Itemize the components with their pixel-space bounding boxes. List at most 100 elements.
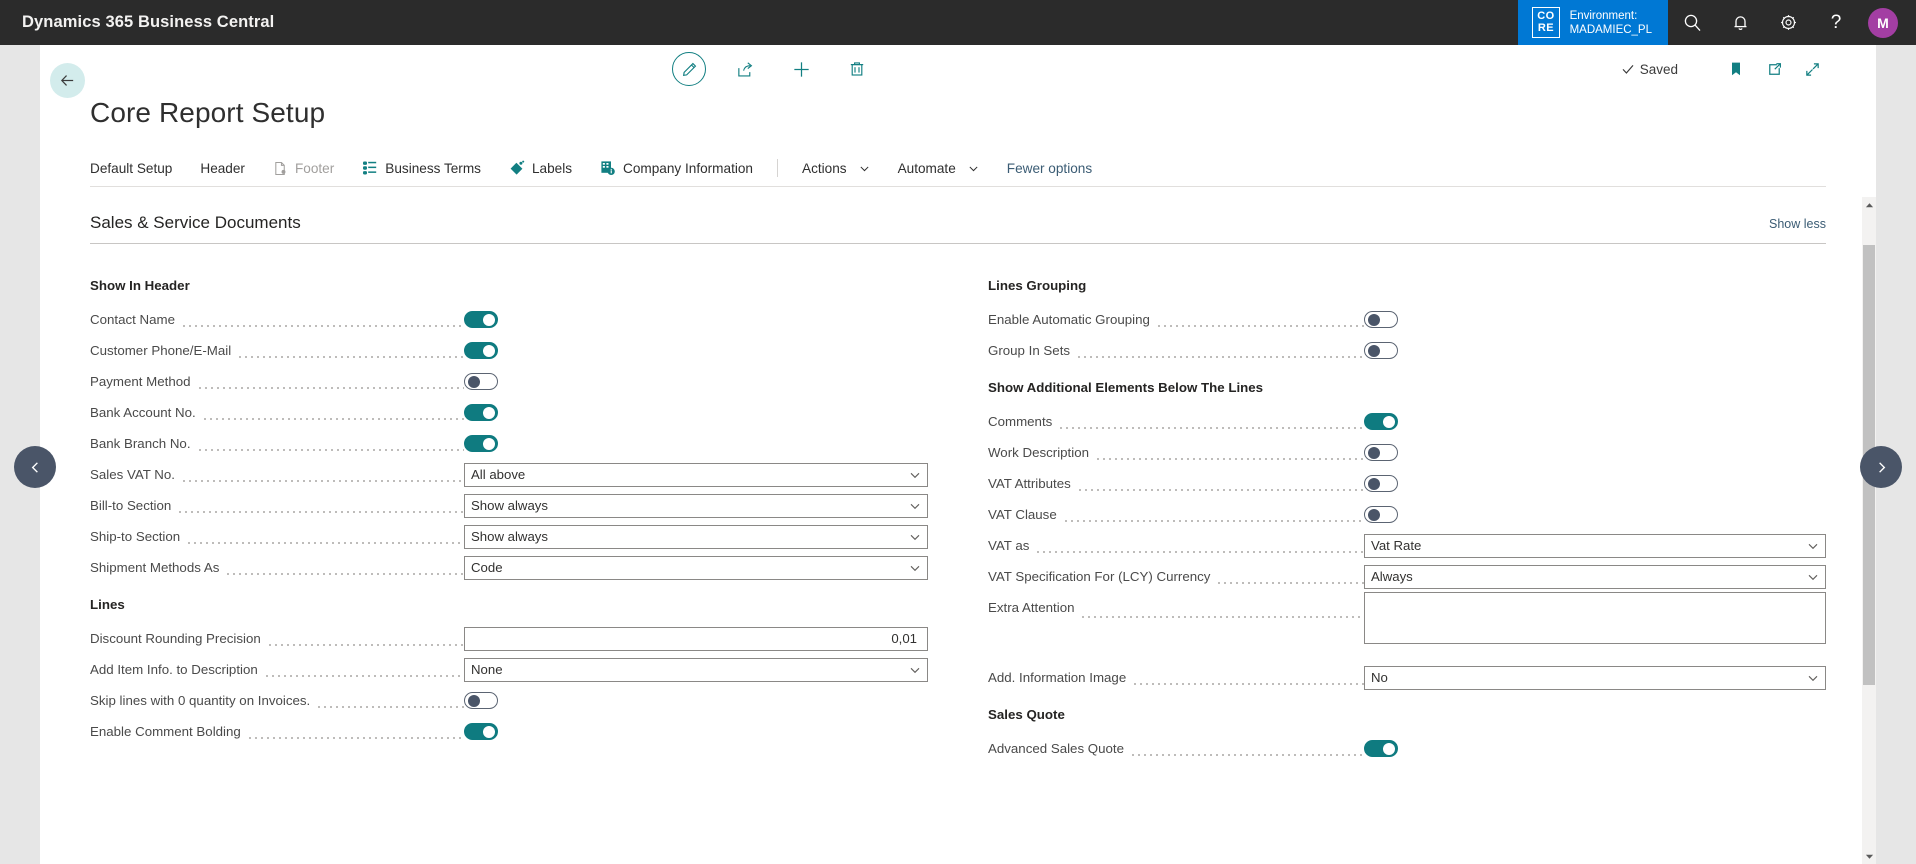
select-add-item-info-to-description[interactable]: None (464, 657, 928, 682)
input-value: 0,01 (891, 631, 917, 646)
select-vat-as[interactable]: Vat Rate (1364, 533, 1826, 558)
select-shipment-methods-as[interactable]: Code (464, 555, 928, 580)
next-record-button[interactable] (1860, 446, 1902, 488)
scroll-up-arrow-icon[interactable] (1862, 197, 1876, 213)
leader-dots (316, 698, 464, 711)
leader-dots (1155, 317, 1364, 330)
menu-item-automate[interactable]: Automate (884, 150, 993, 187)
top-app-bar: Dynamics 365 Business Central CO RE Envi… (0, 0, 1916, 45)
textarea-extra-attention[interactable] (1364, 592, 1826, 644)
toggle-knob (467, 375, 480, 388)
chevron-down-icon[interactable] (1807, 672, 1819, 684)
menu-item-company-information[interactable]: Company Information (586, 150, 767, 187)
toggle-enable-comment-bolding[interactable] (464, 723, 498, 740)
setting-row-vat-attributes: VAT Attributes (988, 468, 1826, 499)
toggle-bank-account-no[interactable] (464, 404, 498, 421)
toggle-vat-attributes[interactable] (1364, 475, 1398, 492)
setting-row-group-in-sets: Group In Sets (988, 335, 1826, 366)
menu-item-header[interactable]: Header (186, 150, 259, 187)
select-value: No (1371, 670, 1388, 685)
toggle-enable-automatic-grouping[interactable] (1364, 311, 1398, 328)
setting-label: Bank Account No. (90, 405, 196, 420)
collapse-icon[interactable] (1798, 55, 1826, 83)
chevron-down-icon[interactable] (909, 562, 921, 574)
setting-row-contact-name: Contact Name (90, 304, 928, 335)
toggle-work-description[interactable] (1364, 444, 1398, 461)
select-ship-to-section[interactable]: Show always (464, 524, 928, 549)
toggle-payment-method[interactable] (464, 373, 498, 390)
select-vat-specification-for-lcy-currency[interactable]: Always (1364, 564, 1826, 589)
notification-bell-icon[interactable] (1716, 0, 1764, 45)
setting-row-comments: Comments (988, 406, 1826, 437)
scroll-down-arrow-icon[interactable] (1862, 848, 1876, 864)
share-icon[interactable] (728, 52, 762, 86)
leader-dots (225, 565, 464, 578)
select-bill-to-section[interactable]: Show always (464, 493, 928, 518)
setting-row-shipment-methods-as: Shipment Methods As Code (90, 552, 928, 583)
environment-label: Environment: (1569, 9, 1638, 22)
open-in-new-window-icon[interactable] (1760, 55, 1788, 83)
select-sales-vat-no[interactable]: All above (464, 462, 928, 487)
toggle-knob (1367, 313, 1380, 326)
leader-dots (266, 636, 464, 649)
chevron-down-icon[interactable] (1807, 571, 1819, 583)
input-discount-rounding-precision[interactable]: 0,01 (464, 626, 928, 651)
leader-dots (1076, 481, 1364, 494)
chevron-down-icon[interactable] (909, 500, 921, 512)
toggle-knob (467, 694, 480, 707)
toggle-bank-branch-no[interactable] (464, 435, 498, 452)
menu-item-actions[interactable]: Actions (788, 150, 884, 187)
chevron-down-icon[interactable] (909, 664, 921, 676)
select-value: Vat Rate (1371, 538, 1422, 553)
setting-row-bank-branch-no: Bank Branch No. (90, 428, 928, 459)
toggle-vat-clause[interactable] (1364, 506, 1398, 523)
toggle-knob (482, 344, 495, 357)
search-icon[interactable] (1668, 0, 1716, 45)
setting-row-discount-rounding-precision: Discount Rounding Precision 0,01 (90, 623, 928, 654)
right-settings-column: Lines Grouping Enable Automatic Grouping G… (988, 264, 1826, 764)
select-value: Code (471, 560, 503, 575)
select-value: None (471, 662, 503, 677)
add-plus-icon[interactable] (784, 52, 818, 86)
delete-trash-icon[interactable] (840, 52, 874, 86)
toggle-skip-lines-with-0-quantity-on-invoices[interactable] (464, 692, 498, 709)
toggle-advanced-sales-quote[interactable] (1364, 740, 1398, 757)
leader-dots (1080, 608, 1364, 621)
select-add-information-image[interactable]: No (1364, 665, 1826, 690)
select-value: Show always (471, 498, 548, 513)
avatar[interactable]: M (1868, 7, 1898, 38)
toggle-customer-phone-e-mail[interactable] (464, 342, 498, 359)
menu-item-labels[interactable]: Labels (495, 150, 586, 187)
menu-item-business-terms[interactable]: Business Terms (348, 150, 495, 187)
setting-label: Comments (988, 414, 1053, 429)
leader-dots (196, 441, 464, 454)
toggle-contact-name[interactable] (464, 311, 498, 328)
leader-dots (1216, 574, 1364, 587)
show-less-link[interactable]: Show less (1769, 217, 1826, 231)
menu-item-label: Footer (294, 160, 335, 176)
help-question-icon[interactable]: ? (1812, 0, 1860, 45)
menu-item-label: Default Setup (90, 160, 173, 176)
environment-badge[interactable]: CO RE Environment: MADAMIEC_PL (1518, 0, 1668, 45)
setting-row-add-information-image: Add. Information Image No (988, 662, 1826, 693)
previous-record-button[interactable] (14, 446, 56, 488)
page-title: Core Report Setup (90, 97, 326, 128)
setting-row-vat-clause: VAT Clause (988, 499, 1826, 530)
back-button[interactable] (50, 63, 85, 98)
menu-item-fewer-options[interactable]: Fewer options (993, 150, 1106, 187)
toggle-knob (1382, 742, 1395, 755)
chevron-down-icon[interactable] (909, 531, 921, 543)
setting-row-vat-as: VAT as Vat Rate (988, 530, 1826, 561)
menu-item-default-setup[interactable]: Default Setup (90, 150, 186, 187)
chevron-down-icon[interactable] (1807, 540, 1819, 552)
leader-dots (1132, 675, 1364, 688)
toggle-group-in-sets[interactable] (1364, 342, 1398, 359)
edit-pencil-icon[interactable] (672, 52, 706, 86)
chevron-down-icon[interactable] (909, 469, 921, 481)
bookmark-icon[interactable] (1722, 55, 1750, 83)
setting-label: Sales VAT No. (90, 467, 175, 482)
settings-gear-icon[interactable] (1764, 0, 1812, 45)
toggle-comments[interactable] (1364, 413, 1398, 430)
select-value: All above (471, 467, 526, 482)
vertical-scrollbar[interactable] (1862, 197, 1876, 864)
